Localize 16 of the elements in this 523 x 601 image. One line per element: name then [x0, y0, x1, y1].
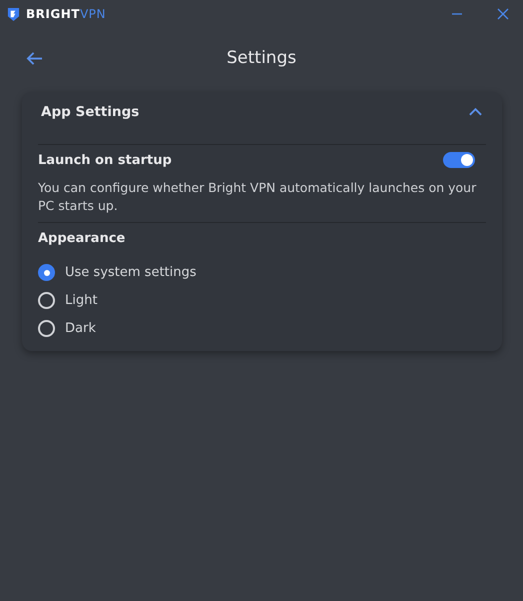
setting-description: You can configure whether Bright VPN automatically launches on your PC starts up. — [38, 179, 478, 215]
setting-label: Launch on startup — [38, 152, 172, 168]
radio-button[interactable] — [38, 264, 55, 281]
radio-label[interactable]: Use system settings — [65, 265, 196, 280]
back-arrow-icon[interactable] — [26, 50, 43, 66]
radio-label[interactable]: Dark — [65, 321, 96, 336]
page-title: Settings — [226, 48, 296, 68]
radio-label[interactable]: Light — [65, 293, 98, 308]
shield-logo-icon — [7, 6, 20, 22]
section-title: App Settings — [41, 104, 140, 120]
brand-name: BRIGHT — [26, 7, 80, 21]
brand-accent: VPN — [80, 7, 106, 21]
chevron-icon[interactable] — [469, 108, 482, 116]
close-icon[interactable] — [497, 8, 509, 20]
startup-toggle[interactable] — [443, 152, 475, 168]
setting-label: Appearance — [38, 231, 126, 246]
